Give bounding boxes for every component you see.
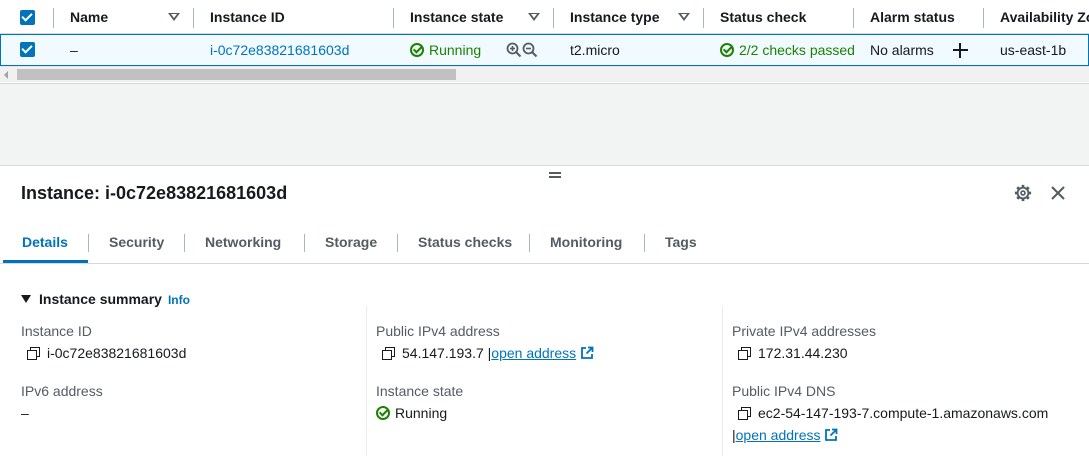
cell-name: – xyxy=(70,42,78,58)
table-header: Name Instance ID Instance state Instance… xyxy=(0,0,1089,34)
public-dns-label: Public IPv4 DNS xyxy=(732,383,836,399)
cell-availability-zone: us-east-1b xyxy=(1000,42,1067,58)
column-header-instance-id[interactable]: Instance ID xyxy=(210,0,285,34)
column-header-alarm-status[interactable]: Alarm status xyxy=(870,0,955,34)
tab-divider xyxy=(88,234,89,252)
ipv6-label: IPv6 address xyxy=(21,383,103,399)
column-divider[interactable] xyxy=(703,8,704,28)
instance-id-link[interactable]: i-0c72e83821681603d xyxy=(210,35,349,65)
tab-divider xyxy=(304,234,305,252)
tab-networking[interactable]: Networking xyxy=(205,226,281,262)
instance-id-value: i-0c72e83821681603d xyxy=(27,345,186,361)
close-icon[interactable] xyxy=(1049,184,1067,202)
tab-storage[interactable]: Storage xyxy=(325,226,377,262)
column-divider xyxy=(53,8,54,28)
scroll-left-arrow-icon[interactable] xyxy=(4,71,8,79)
zoom-out-icon[interactable] xyxy=(522,42,538,58)
tab-divider xyxy=(184,234,185,252)
cell-alarm-status: No alarms xyxy=(870,42,934,58)
table-row[interactable]: – i-0c72e83821681603d Running t2.micro 2… xyxy=(0,34,1089,66)
table-empty-area xyxy=(0,84,1089,165)
instance-id-text: i-0c72e83821681603d xyxy=(47,345,187,361)
open-address-link[interactable]: open address xyxy=(491,345,576,361)
scrollbar-thumb[interactable] xyxy=(17,69,456,80)
column-header-name[interactable]: Name xyxy=(70,0,108,34)
column-divider[interactable] xyxy=(393,8,394,28)
public-dns-value: ec2-54-147-193-7.compute-1.amazonaws.com xyxy=(738,405,1048,421)
instance-state-text: Running xyxy=(429,42,482,58)
column-header-instance-type[interactable]: Instance type xyxy=(570,0,659,34)
instance-state-value: Running xyxy=(376,405,447,421)
public-ipv4-value: 54.147.193.7 |open address xyxy=(382,345,594,361)
tab-tags[interactable]: Tags xyxy=(665,226,697,262)
instance-id-label: Instance ID xyxy=(21,323,92,339)
public-dns-text: ec2-54-147-193-7.compute-1.amazonaws.com xyxy=(758,405,1049,421)
check-circle-icon xyxy=(720,43,734,57)
status-check-text: 2/2 checks passed xyxy=(739,42,854,58)
external-link-icon[interactable] xyxy=(580,346,594,360)
detail-tabs: Details Security Networking Storage Stat… xyxy=(0,226,1089,264)
row-checkbox[interactable] xyxy=(20,42,35,57)
tab-divider xyxy=(644,234,645,252)
caret-down-icon[interactable] xyxy=(21,295,31,303)
column-divider[interactable] xyxy=(983,8,984,28)
check-circle-icon xyxy=(376,406,390,420)
column-divider[interactable] xyxy=(553,8,554,28)
public-dns-open: |open address xyxy=(732,427,838,443)
zoom-in-icon[interactable] xyxy=(506,42,522,58)
tab-security[interactable]: Security xyxy=(109,226,164,262)
sort-icon[interactable] xyxy=(678,13,690,21)
column-divider[interactable] xyxy=(853,8,854,28)
tab-details[interactable]: Details xyxy=(22,226,68,262)
tab-divider xyxy=(397,234,398,252)
column-divider xyxy=(722,306,723,456)
tab-divider xyxy=(529,234,530,252)
check-circle-icon xyxy=(410,43,424,57)
cell-instance-state: Running xyxy=(410,35,481,65)
private-ipv4-value: 172.31.44.230 xyxy=(738,345,848,361)
open-address-link[interactable]: open address xyxy=(736,427,821,443)
cell-instance-type: t2.micro xyxy=(570,42,620,58)
sort-icon[interactable] xyxy=(528,13,540,21)
horizontal-scrollbar[interactable] xyxy=(0,66,1089,82)
select-all-checkbox[interactable] xyxy=(20,10,35,25)
copy-icon[interactable] xyxy=(738,407,751,420)
column-header-instance-state[interactable]: Instance state xyxy=(410,0,503,34)
sort-icon[interactable] xyxy=(168,13,180,21)
public-ipv4-text: 54.147.193.7 xyxy=(402,345,484,361)
public-ipv4-label: Public IPv4 address xyxy=(376,323,500,339)
active-tab-indicator xyxy=(3,260,88,263)
column-divider xyxy=(366,306,367,456)
info-link[interactable]: Info xyxy=(168,293,190,307)
column-header-availability-zone[interactable]: Availability Zo xyxy=(1000,0,1089,34)
copy-icon[interactable] xyxy=(382,347,395,360)
section-title: Instance summary xyxy=(39,291,162,307)
ipv6-value: – xyxy=(21,405,29,421)
tab-status-checks[interactable]: Status checks xyxy=(418,226,512,262)
instance-state-text: Running xyxy=(395,405,448,421)
copy-icon[interactable] xyxy=(738,347,751,360)
add-alarm-icon[interactable] xyxy=(953,43,968,58)
tab-monitoring[interactable]: Monitoring xyxy=(550,226,622,262)
column-header-status-check[interactable]: Status check xyxy=(720,0,806,34)
instance-summary-header[interactable]: Instance summary Info xyxy=(21,291,190,307)
gear-icon[interactable] xyxy=(1014,184,1032,202)
column-divider[interactable] xyxy=(193,8,194,28)
copy-icon[interactable] xyxy=(27,347,40,360)
private-ipv4-label: Private IPv4 addresses xyxy=(732,323,876,339)
cell-status-check: 2/2 checks passed xyxy=(720,35,854,65)
instance-details-panel: Instance: i-0c72e83821681603d Details Se… xyxy=(0,165,1089,456)
instances-table: Name Instance ID Instance state Instance… xyxy=(0,0,1089,84)
resize-handle-icon[interactable] xyxy=(549,172,561,178)
external-link-icon[interactable] xyxy=(824,428,838,442)
private-ipv4-text: 172.31.44.230 xyxy=(758,345,848,361)
panel-title: Instance: i-0c72e83821681603d xyxy=(21,183,288,203)
instance-state-label: Instance state xyxy=(376,383,464,399)
